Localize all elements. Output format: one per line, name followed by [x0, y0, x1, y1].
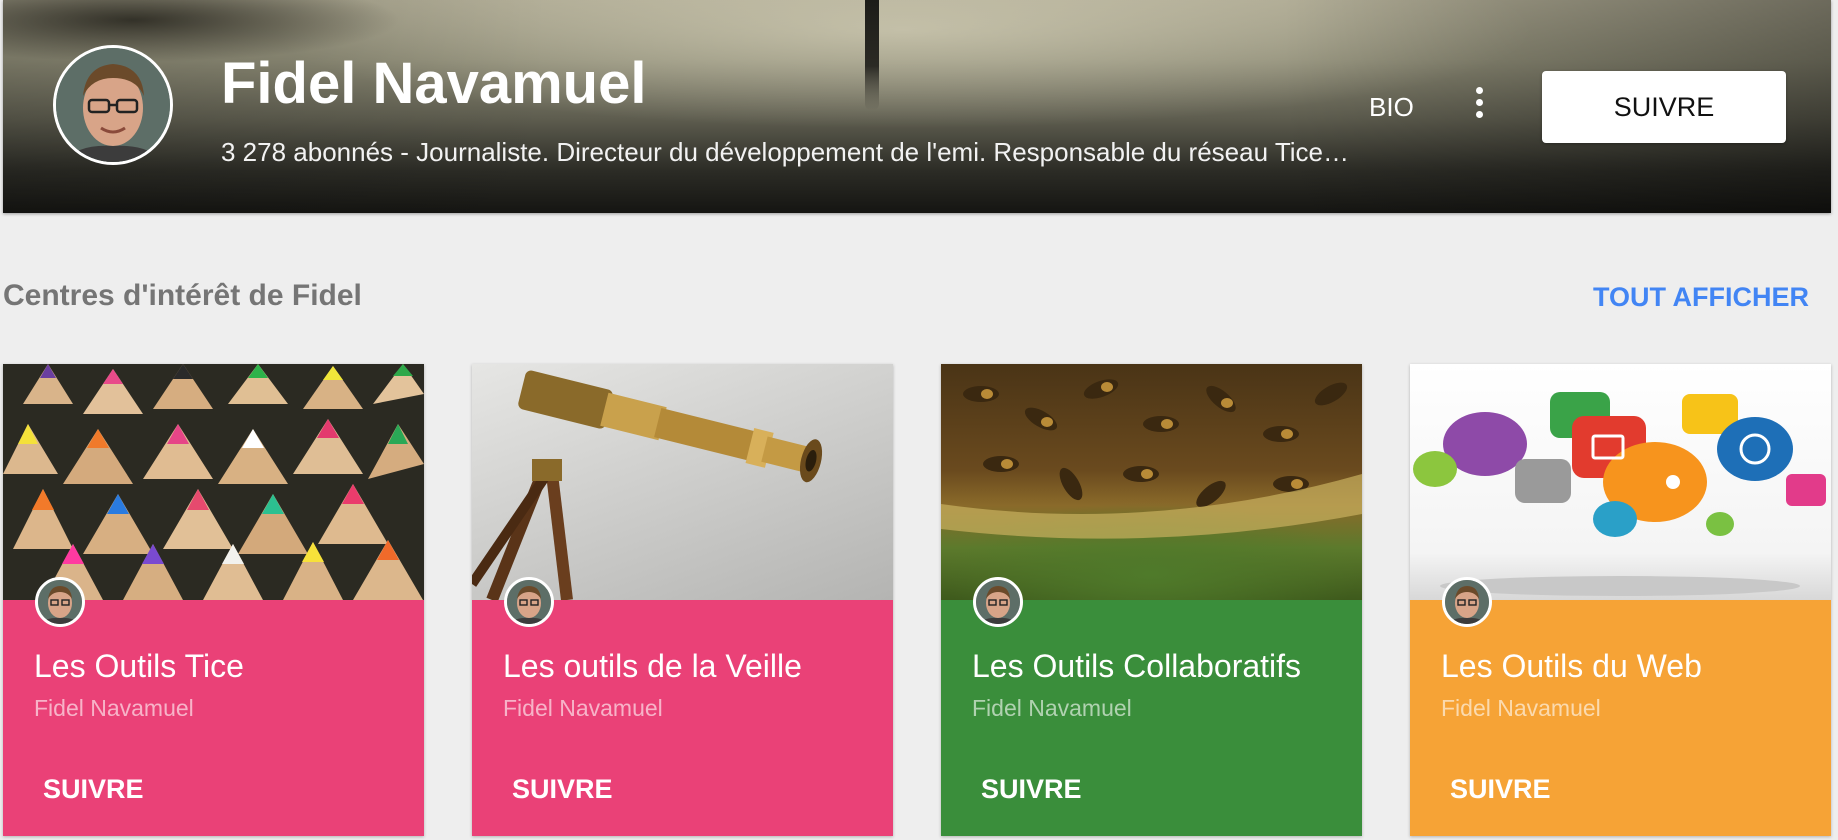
card-follow-button[interactable]: SUIVRE — [1450, 774, 1551, 805]
card-image-web-icons — [1410, 364, 1831, 600]
card-follow-button[interactable]: SUIVRE — [512, 774, 613, 805]
card-follow-button[interactable]: SUIVRE — [981, 774, 1082, 805]
card-author-avatar — [1442, 577, 1492, 627]
more-vert-icon[interactable] — [1469, 87, 1489, 121]
card-author-avatar — [973, 577, 1023, 627]
card-title[interactable]: Les Outils Tice — [34, 648, 244, 685]
card-body: Les Outils Collaboratifs Fidel Navamuel … — [941, 600, 1362, 836]
card-image-pencils — [3, 364, 424, 600]
profile-avatar[interactable] — [53, 45, 173, 165]
bio-link[interactable]: BIO — [1369, 92, 1414, 123]
collection-card[interactable]: Les outils de la Veille Fidel Navamuel S… — [472, 364, 893, 836]
profile-banner: Fidel Navamuel 3 278 abonnés - Journalis… — [3, 0, 1831, 213]
card-title[interactable]: Les Outils Collaboratifs — [972, 648, 1301, 685]
card-body: Les Outils Tice Fidel Navamuel SUIVRE — [3, 600, 424, 836]
card-image-bees — [941, 364, 1362, 600]
card-title[interactable]: Les outils de la Veille — [503, 648, 802, 685]
banner-photo-figure — [865, 0, 879, 110]
profile-description: 3 278 abonnés - Journaliste. Directeur d… — [221, 137, 1349, 167]
card-title[interactable]: Les Outils du Web — [1441, 648, 1702, 685]
card-author: Fidel Navamuel — [34, 695, 194, 721]
card-author: Fidel Navamuel — [972, 695, 1132, 721]
card-author: Fidel Navamuel — [1441, 695, 1601, 721]
card-body: Les Outils du Web Fidel Navamuel SUIVRE — [1410, 600, 1831, 836]
collection-card[interactable]: Les Outils Collaboratifs Fidel Navamuel … — [941, 364, 1362, 836]
card-body: Les outils de la Veille Fidel Navamuel S… — [472, 600, 893, 836]
interests-section-title: Centres d'intérêt de Fidel — [3, 279, 362, 312]
collection-card[interactable]: Les Outils Tice Fidel Navamuel SUIVRE — [3, 364, 424, 836]
collection-card[interactable]: Les Outils du Web Fidel Navamuel SUIVRE — [1410, 364, 1831, 836]
show-all-link[interactable]: TOUT AFFICHER — [1593, 282, 1809, 313]
card-image-telescope — [472, 364, 893, 600]
card-author: Fidel Navamuel — [503, 695, 663, 721]
card-follow-button[interactable]: SUIVRE — [43, 774, 144, 805]
follow-profile-button[interactable]: SUIVRE — [1542, 71, 1786, 143]
card-author-avatar — [504, 577, 554, 627]
profile-name: Fidel Navamuel — [221, 51, 647, 116]
card-author-avatar — [35, 577, 85, 627]
